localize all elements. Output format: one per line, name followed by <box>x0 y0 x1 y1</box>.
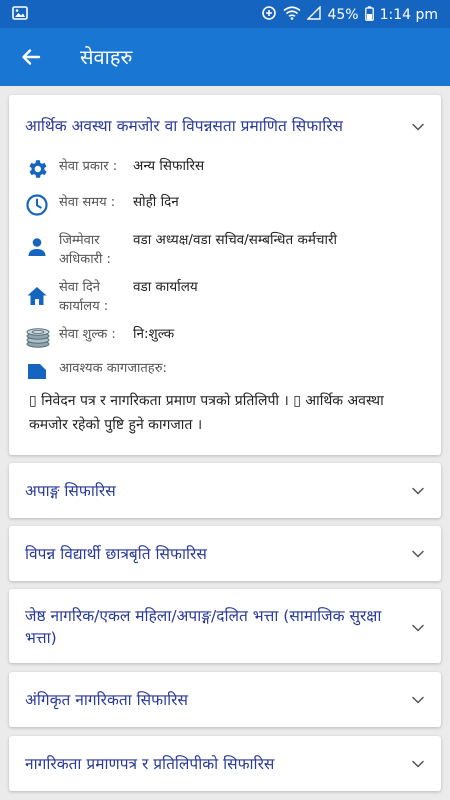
services-list: आर्थिक अवस्था कमजोर वा विपन्नसता प्रमाणि… <box>0 86 450 800</box>
service-title[interactable]: अपाङ्ग सिफारिस <box>25 480 116 502</box>
chevron-down-icon[interactable] <box>411 692 425 706</box>
home-icon <box>25 284 49 308</box>
clock-time: 1:14 pm <box>379 7 438 23</box>
app-bar: सेवाहरु <box>0 28 450 86</box>
service-card[interactable]: अपाङ्ग सिफारिस <box>9 463 441 518</box>
chevron-down-icon[interactable] <box>411 620 425 634</box>
chevron-down-icon[interactable] <box>411 483 425 497</box>
chevron-down-icon[interactable] <box>411 546 425 560</box>
service-office-label: सेवा दिने कार्यालय : <box>59 280 109 314</box>
chevron-up-icon[interactable] <box>411 119 425 133</box>
service-title[interactable]: जेष्ठ नागरिक/एकल महिला/अपाङ्ग/दलित भत्ता… <box>25 605 407 649</box>
document-icon <box>25 359 49 383</box>
back-arrow-icon[interactable] <box>18 44 44 70</box>
service-time-value: सोही दिन <box>133 194 179 210</box>
service-fee-value: नि:शुल्क <box>133 326 175 342</box>
coins-icon <box>25 325 51 349</box>
service-card-expanded: आर्थिक अवस्था कमजोर वा विपन्नसता प्रमाणि… <box>9 95 441 455</box>
wifi-icon <box>283 6 301 24</box>
service-card[interactable]: जेष्ठ नागरिक/एकल महिला/अपाङ्ग/दलित भत्ता… <box>9 589 441 663</box>
service-card[interactable]: अंगिकृत नागरिकता सिफारिस <box>9 672 441 727</box>
battery-percent: 45% <box>327 7 359 23</box>
required-docs-label: आवश्यक कागजातहरु: <box>59 361 167 376</box>
person-icon <box>25 235 49 259</box>
service-office-value: वडा कार्यालय <box>133 279 198 295</box>
clock-icon <box>25 193 49 217</box>
service-card[interactable]: नागरिकता प्रमाणपत्र र प्रतिलिपीको सिफारि… <box>9 736 441 791</box>
battery-icon <box>364 5 374 25</box>
data-saver-icon <box>261 5 277 25</box>
status-bar: 45% 1:14 pm <box>0 0 450 28</box>
service-title[interactable]: आर्थिक अवस्था कमजोर वा विपन्नसता प्रमाणि… <box>25 115 395 137</box>
gallery-notification-icon <box>12 6 28 24</box>
service-card[interactable]: विपन्न विद्यार्थी छात्रबृति सिफारिस <box>9 526 441 581</box>
signal-icon <box>306 5 322 24</box>
chevron-down-icon[interactable] <box>411 756 425 770</box>
service-type-value: अन्य सिफारिस <box>133 158 205 174</box>
service-title[interactable]: अंगिकृत नागरिकता सिफारिस <box>25 689 188 711</box>
required-docs-text: ▯ निवेदन पत्र र नागरिकता प्रमाण पत्रको प… <box>29 393 384 433</box>
page-title: सेवाहरु <box>80 45 133 69</box>
responsible-officer-label: जिम्मेवार अधिकारी : <box>59 233 111 267</box>
responsible-officer-value: वडा अध्यक्ष/वडा सचिव/सम्बन्धित कर्मचारी <box>133 232 338 248</box>
service-title[interactable]: नागरिकता प्रमाणपत्र र प्रतिलिपीको सिफारि… <box>25 753 274 775</box>
gear-icon <box>25 157 49 181</box>
service-title[interactable]: विपन्न विद्यार्थी छात्रबृति सिफारिस <box>25 543 207 565</box>
